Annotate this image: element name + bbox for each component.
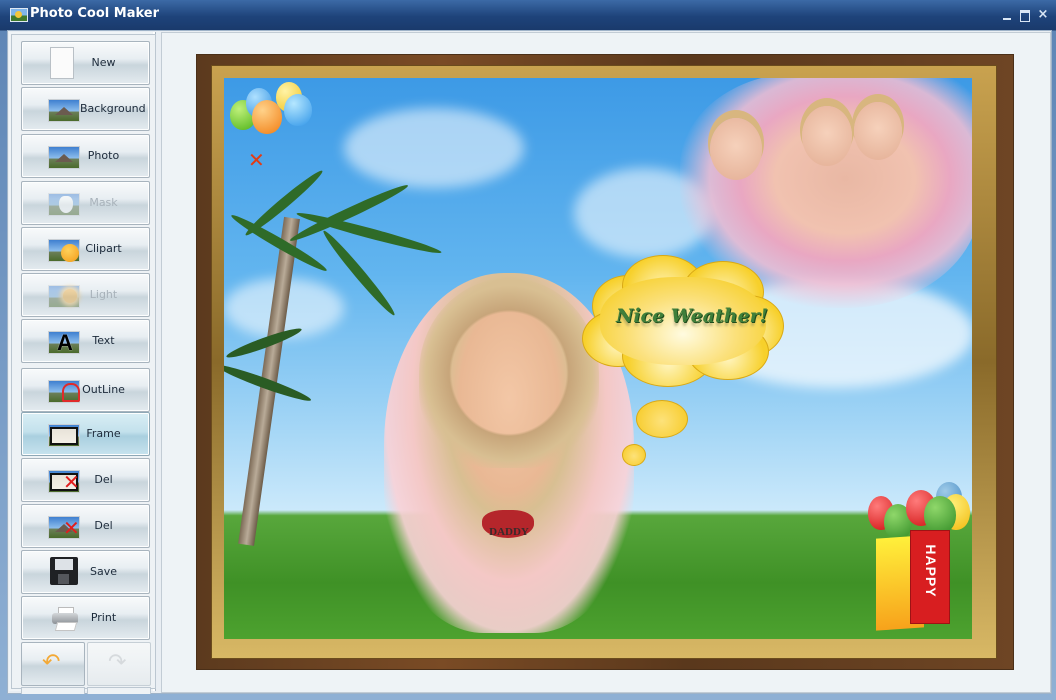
clipart-smiley-icon — [48, 239, 80, 262]
new-document-icon — [50, 47, 74, 79]
del-frame-button-label: Del Frame — [86, 473, 120, 528]
del-layer-button[interactable]: ✕ Del Layer — [21, 504, 150, 574]
close-button[interactable]: × — [1036, 8, 1050, 22]
kid-face — [854, 102, 902, 160]
window-title: Photo Cool Maker — [30, 6, 160, 21]
new-button-label: New — [91, 56, 116, 69]
composed-picture[interactable]: ✕ DADDY Nice Weather! HAPPY — [224, 78, 972, 639]
new-button[interactable]: New — [21, 41, 150, 85]
frame-icon — [48, 424, 80, 447]
shirt-text: DADDY — [489, 526, 529, 538]
background-button-label: Background — [80, 102, 146, 115]
print-button-label: Print — [90, 611, 117, 624]
light-button-label: Light — [89, 288, 118, 301]
balloon — [252, 100, 282, 134]
minimize-button[interactable] — [1000, 8, 1014, 22]
delete-frame-icon: ✕ — [48, 470, 80, 493]
light-sun-icon — [48, 285, 80, 308]
outline-button[interactable]: OutLine — [21, 368, 150, 412]
outline-icon — [48, 380, 80, 403]
print-button[interactable]: Print — [21, 596, 150, 640]
undo-arrow-icon: ↶ — [42, 650, 61, 675]
maximize-button[interactable] — [1018, 8, 1032, 22]
thought-puff — [622, 444, 646, 466]
text-button-label: Text — [92, 334, 115, 347]
client-area: New Background Photo Mask Clipart Light … — [7, 30, 1052, 694]
photo-frame-wood: ✕ DADDY Nice Weather! HAPPY — [197, 55, 1013, 669]
balloon — [284, 94, 312, 126]
balloon — [924, 496, 956, 534]
title-bar: Photo Cool Maker × — [0, 0, 1056, 30]
del-layer-button-label: Del Layer — [88, 519, 119, 574]
bubble-text: Nice Weather! — [615, 305, 769, 327]
text-button[interactable]: A Text — [21, 319, 150, 363]
frame-button-label: Frame — [86, 427, 121, 440]
mask-icon — [48, 193, 80, 216]
mask-button[interactable]: Mask — [21, 181, 150, 225]
save-button[interactable]: Save — [21, 550, 150, 594]
floppy-disk-icon — [50, 557, 78, 585]
del-frame-button[interactable]: ✕ Del Frame — [21, 458, 150, 528]
photo-frame-gold: ✕ DADDY Nice Weather! HAPPY — [211, 65, 997, 659]
thought-puff — [636, 400, 688, 438]
redo-arrow-icon: ↷ — [108, 650, 127, 675]
photo-icon — [48, 146, 80, 169]
delete-layer-icon: ✕ — [48, 516, 80, 539]
photo-button[interactable]: Photo — [21, 134, 150, 178]
text-icon: A — [48, 330, 80, 355]
canvas-area[interactable]: ✕ DADDY Nice Weather! HAPPY — [161, 32, 1051, 693]
hidden-button-edge — [87, 687, 151, 694]
tool-panel: New Background Photo Mask Clipart Light … — [11, 34, 156, 694]
kid-face — [802, 106, 852, 166]
clipart-button[interactable]: Clipart — [21, 227, 150, 271]
outline-button-label: OutLine — [82, 383, 125, 396]
printer-icon — [52, 607, 78, 631]
app-window: Photo Cool Maker × New Background Photo — [0, 0, 1056, 700]
palm-leaf — [295, 208, 443, 258]
hidden-button-edge — [21, 687, 85, 694]
app-icon — [10, 8, 28, 22]
light-button[interactable]: Light — [21, 273, 150, 317]
background-button[interactable]: Background — [21, 87, 150, 131]
frame-button[interactable]: Frame — [21, 412, 150, 456]
background-photo-icon — [48, 99, 80, 122]
tool-sidebar: New Background Photo Mask Clipart Light … — [9, 32, 156, 694]
thought-bubble[interactable]: Nice Weather! — [582, 255, 784, 387]
happy-banner-text: HAPPY — [923, 544, 939, 598]
save-button-label: Save — [89, 565, 117, 578]
girl-hair — [419, 278, 599, 468]
mask-button-label: Mask — [89, 196, 118, 209]
photo-button-label: Photo — [87, 149, 120, 162]
clipart-button-label: Clipart — [85, 242, 122, 255]
undo-button[interactable]: ↶ — [21, 642, 85, 686]
redo-button[interactable]: ↷ — [87, 642, 151, 686]
kid-face — [710, 118, 762, 180]
red-bow-icon: ✕ — [248, 148, 265, 172]
cloud — [344, 108, 524, 188]
